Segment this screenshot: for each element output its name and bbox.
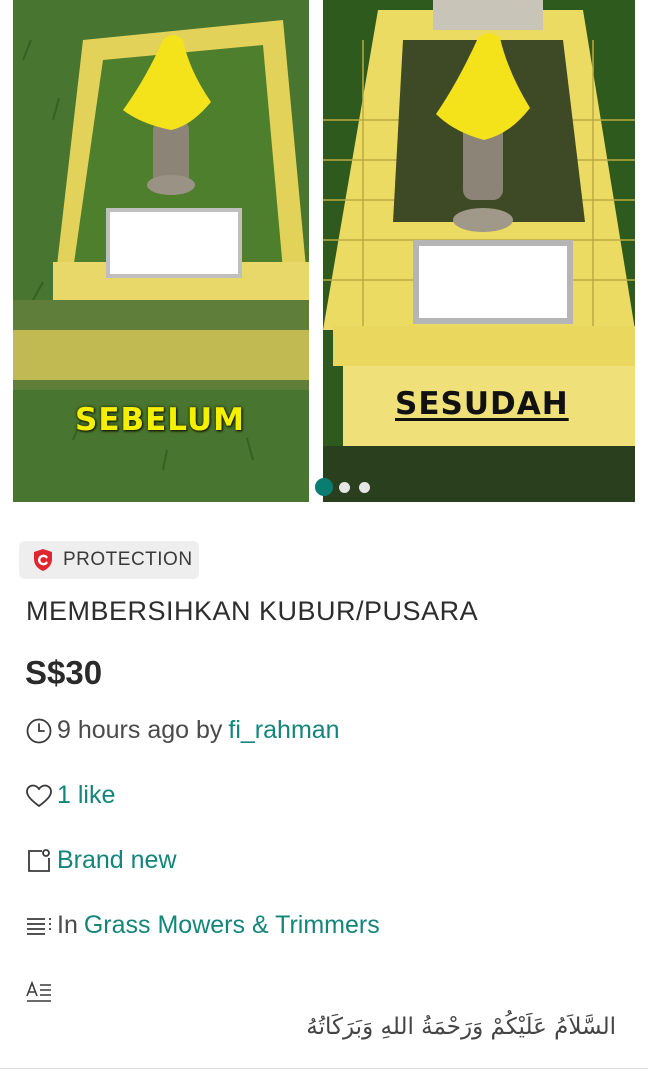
category-prefix: In — [57, 911, 78, 939]
protection-badge[interactable]: PROTECTION — [19, 541, 199, 579]
posted-time: 9 hours ago by — [57, 716, 223, 744]
clock-icon — [26, 718, 52, 743]
carousel-pagination — [313, 477, 383, 497]
photo-before[interactable]: SEBELUM — [13, 0, 309, 502]
image-carousel[interactable]: SEBELUM SESUDAH — [0, 0, 648, 510]
carousel-dot-active[interactable] — [315, 478, 333, 496]
text-description-icon — [26, 980, 51, 1002]
condition-row: Brand new — [25, 846, 177, 875]
carousel-dot[interactable] — [339, 482, 350, 493]
category-row: In Grass Mowers & Trimmers — [25, 911, 380, 940]
description-text: السَّلاَمُ عَلَيْكُمْ وَرَحْمَةُ اللهِ و… — [306, 1014, 616, 1040]
tag-icon — [28, 848, 50, 872]
carousel-dot[interactable] — [359, 482, 370, 493]
photo-after[interactable]: SESUDAH — [323, 0, 635, 502]
heart-icon[interactable] — [25, 782, 53, 810]
posted-row: 9 hours ago by fi_rahman — [25, 716, 340, 745]
badge-label: PROTECTION — [63, 549, 193, 570]
shield-check-icon — [34, 549, 52, 571]
list-icon — [27, 917, 51, 935]
photo-caption-after: SESUDAH — [395, 386, 569, 422]
likes-count[interactable]: 1 like — [57, 781, 115, 810]
seller-link[interactable]: fi_rahman — [228, 716, 339, 745]
photo-caption-before: SEBELUM — [75, 402, 245, 438]
divider — [0, 1068, 648, 1069]
listing-title: MEMBERSIHKAN KUBUR/PUSARA — [26, 596, 479, 626]
condition-value[interactable]: Brand new — [57, 846, 177, 875]
likes-row[interactable]: 1 like — [25, 781, 115, 810]
category-link[interactable]: Grass Mowers & Trimmers — [84, 911, 380, 940]
listing-price: S$30 — [25, 654, 103, 691]
